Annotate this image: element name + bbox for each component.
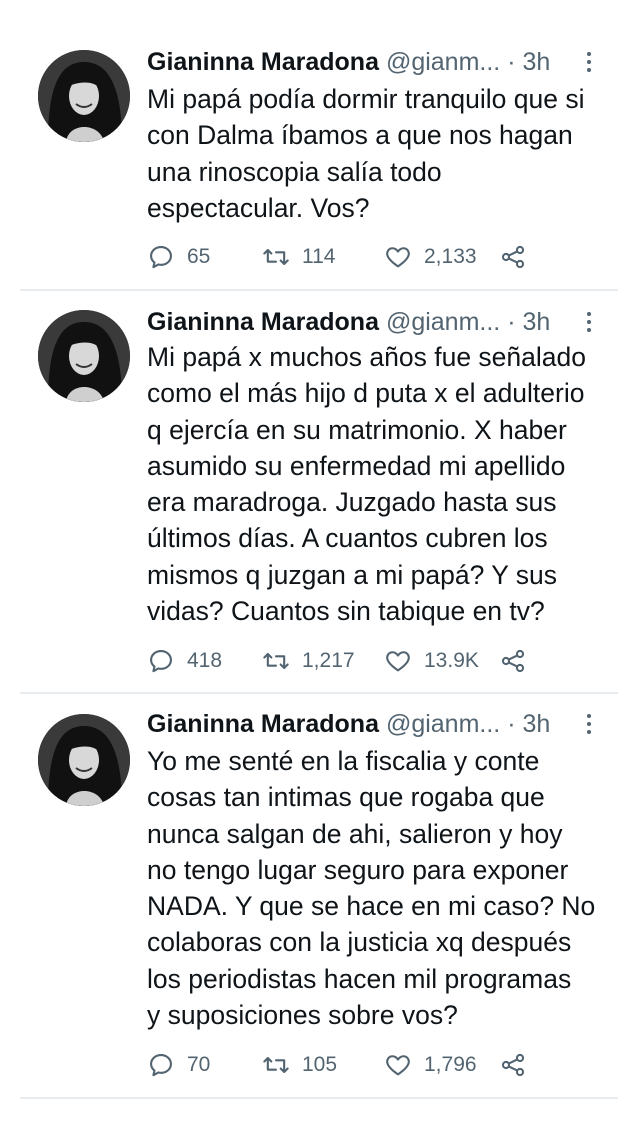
author-handle[interactable]: @gianm...: [386, 308, 500, 336]
tweet-text: Yo me senté en la fiscalia y conte cosas…: [147, 746, 596, 1031]
like-button[interactable]: 2,133: [384, 241, 477, 273]
more-vertical-icon[interactable]: [584, 52, 594, 76]
retweet-count: 114: [302, 245, 336, 268]
tweet-time[interactable]: 3h: [522, 710, 550, 738]
tweet-divider: [20, 692, 618, 694]
share-button[interactable]: [499, 645, 527, 677]
heart-icon: [386, 651, 410, 672]
avatar-image: [38, 310, 130, 402]
share-button[interactable]: [499, 241, 527, 273]
like-count: 13.9K: [424, 649, 479, 672]
like-button[interactable]: 1,796: [384, 1049, 477, 1081]
author-handle[interactable]: @gianm...: [386, 710, 500, 738]
retweet-count: 1,217: [302, 649, 355, 672]
header-separator: ·: [507, 308, 516, 336]
reply-button[interactable]: 65: [147, 241, 210, 273]
reply-button[interactable]: 70: [147, 1049, 210, 1081]
reply-count: 70: [187, 1053, 211, 1076]
retweet-icon: [263, 652, 289, 670]
tweet-text: Mi papá x muchos años fue señalado como …: [147, 342, 586, 627]
tweet-actions: 65 114 2,133: [147, 241, 598, 273]
tweet-header: Gianinna Maradona @gianm... · 3h: [147, 707, 598, 741]
author-handle[interactable]: @gianm...: [386, 48, 500, 76]
avatar[interactable]: [38, 310, 130, 402]
avatar-image: [38, 714, 130, 806]
reply-icon: [150, 650, 172, 673]
retweet-count: 105: [302, 1053, 338, 1076]
like-button[interactable]: 13.9K: [384, 645, 479, 677]
like-count: 2,133: [424, 245, 477, 268]
retweet-button[interactable]: 105: [262, 1049, 337, 1081]
share-icon: [501, 245, 525, 269]
author-name[interactable]: Gianinna Maradona: [147, 48, 379, 76]
reply-count: 65: [187, 245, 211, 268]
author-name[interactable]: Gianinna Maradona: [147, 308, 379, 336]
share-button[interactable]: [499, 1049, 527, 1081]
retweet-button[interactable]: 1,217: [262, 645, 355, 677]
tweet-time[interactable]: 3h: [522, 308, 550, 336]
share-icon: [501, 649, 525, 673]
tweet-time[interactable]: 3h: [522, 48, 550, 76]
more-vertical-icon[interactable]: [584, 312, 594, 336]
more-vertical-icon[interactable]: [584, 714, 594, 738]
tweet-text: Mi papá podía dormir tranquilo que si co…: [147, 84, 585, 223]
avatar-image: [38, 50, 130, 142]
reply-count: 418: [187, 649, 223, 672]
share-icon: [501, 1053, 525, 1077]
timeline-feed: Gianinna Maradona @gianm... · 3h Mi papá…: [0, 0, 638, 1134]
retweet-icon: [263, 1056, 289, 1074]
tweet-header: Gianinna Maradona @gianm... · 3h: [147, 305, 598, 339]
author-name[interactable]: Gianinna Maradona: [147, 710, 379, 738]
reply-icon: [150, 1054, 172, 1077]
retweet-icon: [263, 248, 289, 266]
tweet-divider: [20, 1097, 618, 1099]
like-count: 1,796: [424, 1053, 477, 1076]
heart-icon: [386, 1055, 410, 1076]
reply-button[interactable]: 418: [147, 645, 222, 677]
avatar[interactable]: [38, 714, 130, 806]
reply-icon: [150, 246, 172, 269]
retweet-button[interactable]: 114: [262, 241, 335, 273]
heart-icon: [386, 247, 410, 268]
header-separator: ·: [507, 48, 516, 76]
avatar[interactable]: [38, 50, 130, 142]
tweet-actions: 70 105 1,796: [147, 1049, 598, 1081]
tweet-header: Gianinna Maradona @gianm... · 3h: [147, 45, 598, 79]
tweet-actions: 418 1,217 13.9K: [147, 645, 598, 677]
tweet-divider: [20, 289, 618, 291]
header-separator: ·: [507, 710, 516, 738]
